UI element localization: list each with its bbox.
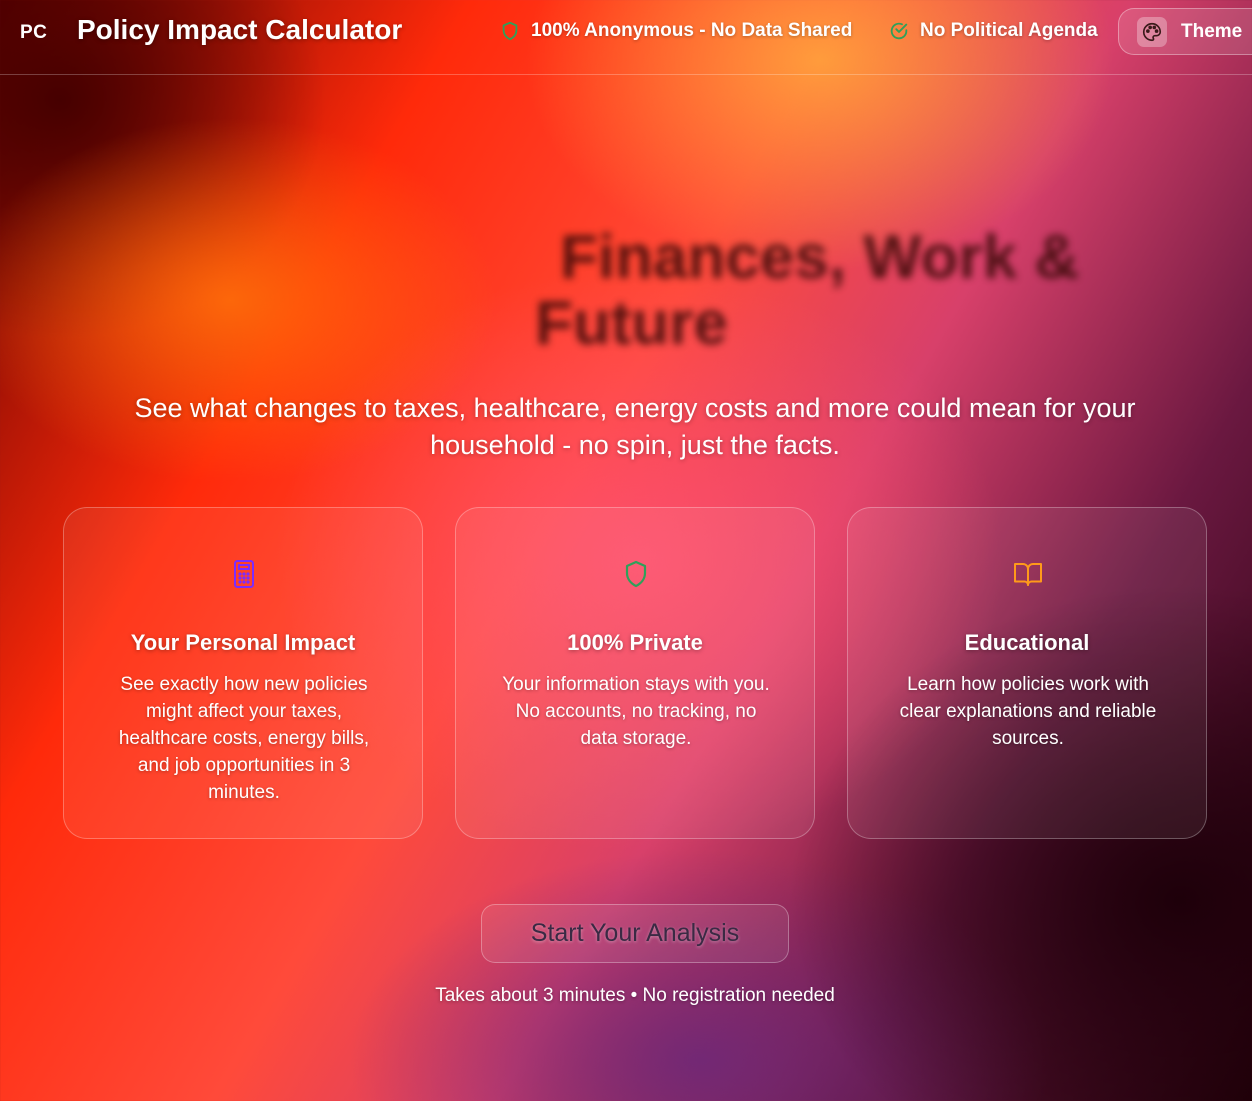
- hero-heading: Finances, Work & Future: [535, 225, 1155, 357]
- no-agenda-badge: No Political Agenda: [888, 19, 1098, 43]
- card-body: Your information stays with you. No acco…: [502, 674, 770, 749]
- card-body: Learn how policies work with clear expla…: [899, 674, 1157, 749]
- card-title: Your Personal Impact: [130, 630, 356, 655]
- feature-card-educational: Educational Learn how policies work with…: [847, 507, 1207, 839]
- shield-icon: [625, 560, 647, 588]
- app-logo[interactable]: PC: [20, 22, 47, 44]
- check-circle-icon: [890, 22, 908, 40]
- app-title[interactable]: Policy Impact Calculator: [77, 14, 402, 46]
- calculator-icon: [234, 560, 254, 588]
- feature-card-private: 100% Private Your information stays with…: [455, 507, 815, 839]
- cta-note: Takes about 3 minutes • No registration …: [435, 985, 835, 1006]
- feature-card-personal-impact: Your Personal Impact See exactly how new…: [63, 507, 423, 839]
- card-body: See exactly how new policies might affec…: [118, 674, 370, 803]
- hero-heading-line1: Finances, Work &: [560, 223, 1080, 292]
- palette-icon: [1137, 16, 1167, 47]
- book-open-icon: [1014, 563, 1042, 586]
- theme-button-label: Theme: [1181, 20, 1243, 42]
- card-title: 100% Private: [567, 630, 703, 655]
- start-analysis-button[interactable]: Start Your Analysis: [481, 904, 789, 963]
- hero-subtitle: See what changes to taxes, healthcare, e…: [134, 393, 1136, 460]
- top-header: PC Policy Impact Calculator 100% Anonymo…: [0, 0, 1252, 75]
- anonymous-badge: 100% Anonymous - No Data Shared: [499, 19, 852, 43]
- theme-button[interactable]: Theme: [1118, 8, 1252, 55]
- shield-icon: [502, 21, 518, 41]
- anonymous-badge-label: 100% Anonymous - No Data Shared: [531, 20, 853, 41]
- no-agenda-badge-label: No Political Agenda: [920, 20, 1098, 41]
- card-title: Educational: [964, 630, 1090, 655]
- hero-heading-line2: Future: [535, 289, 728, 358]
